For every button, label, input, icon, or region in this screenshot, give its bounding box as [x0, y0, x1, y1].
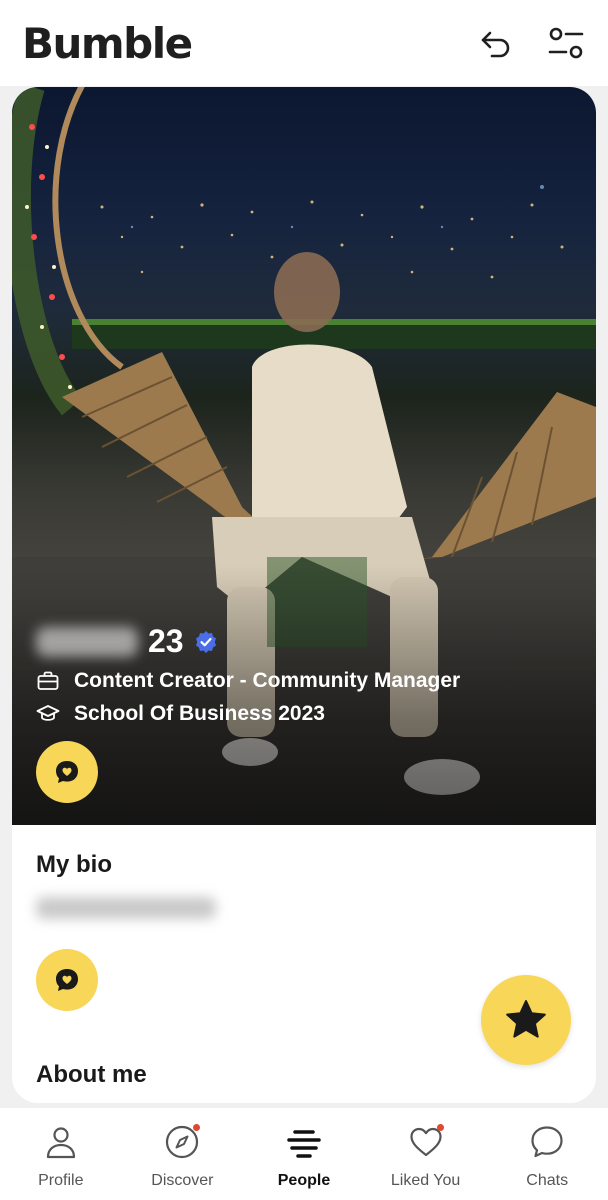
graduation-cap-icon — [36, 705, 60, 721]
verified-badge-icon — [195, 630, 216, 653]
people-stack-icon — [287, 1130, 321, 1158]
briefcase-icon — [37, 671, 59, 690]
photo-gradient — [12, 565, 596, 825]
job-title: Content Creator - Community Manager — [74, 669, 461, 692]
name-age-row: 23 — [36, 623, 218, 660]
nav-label-discover: Discover — [151, 1172, 214, 1189]
superswipe-button[interactable] — [481, 975, 571, 1065]
app-logo: Bumble — [22, 18, 193, 68]
filters-icon — [548, 27, 584, 59]
comment-heart-icon — [56, 761, 78, 783]
nav-label-liked-you: Liked You — [390, 1172, 461, 1189]
filters-button[interactable] — [546, 23, 586, 63]
nav-people[interactable]: People — [243, 1108, 365, 1200]
undo-button[interactable] — [476, 23, 516, 63]
star-icon — [506, 1000, 546, 1038]
job-row: Content Creator - Community Manager — [36, 669, 460, 693]
profile-age: 23 — [148, 623, 184, 659]
blurred-name — [36, 626, 138, 657]
education-row: School Of Business 2023 — [36, 702, 325, 726]
comment-photo-button[interactable] — [36, 741, 98, 803]
bottom-nav: Profile Discover People Liked You Chats — [0, 1108, 608, 1200]
nav-liked-you[interactable]: Liked You — [365, 1108, 487, 1200]
header-actions — [476, 23, 586, 63]
nav-label-profile: Profile — [38, 1172, 84, 1189]
liked-you-badge — [436, 1124, 444, 1131]
comment-heart-icon — [56, 969, 78, 991]
nav-label-chats: Chats — [526, 1172, 569, 1189]
nav-label-people: People — [277, 1172, 331, 1189]
bio-heading: My bio — [36, 851, 112, 878]
comment-bio-button[interactable] — [36, 949, 98, 1011]
profile-card[interactable]: 23 Content Creator - Community Manager S… — [12, 87, 596, 1103]
about-heading: About me — [36, 1061, 147, 1088]
blurred-bio-text — [36, 897, 216, 919]
profile-icon — [46, 1127, 75, 1159]
chat-icon — [531, 1126, 563, 1158]
undo-icon — [481, 31, 510, 58]
nav-chats[interactable]: Chats — [486, 1108, 608, 1200]
education-title: School Of Business 2023 — [74, 702, 325, 725]
nav-profile[interactable]: Profile — [0, 1108, 122, 1200]
bio-section: My bio — [36, 851, 576, 919]
profile-photo[interactable]: 23 Content Creator - Community Manager S… — [12, 87, 596, 825]
nav-discover[interactable]: Discover — [122, 1108, 244, 1200]
top-header: Bumble — [0, 0, 608, 86]
